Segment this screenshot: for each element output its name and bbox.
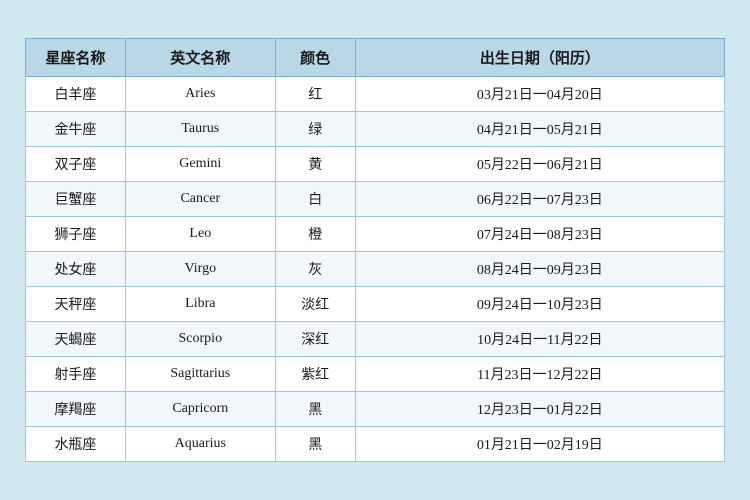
cell-chinese: 天秤座 bbox=[26, 287, 126, 322]
cell-english: Sagittarius bbox=[125, 357, 275, 392]
cell-chinese: 巨蟹座 bbox=[26, 182, 126, 217]
cell-date: 01月21日一02月19日 bbox=[355, 427, 724, 462]
header-color: 颜色 bbox=[275, 39, 355, 77]
table-body: 白羊座Aries红03月21日一04月20日金牛座Taurus绿04月21日一0… bbox=[26, 77, 725, 462]
zodiac-table-container: 星座名称 英文名称 颜色 出生日期（阳历） 白羊座Aries红03月21日一04… bbox=[15, 28, 735, 472]
cell-english: Gemini bbox=[125, 147, 275, 182]
cell-chinese: 天蝎座 bbox=[26, 322, 126, 357]
cell-english: Leo bbox=[125, 217, 275, 252]
cell-date: 09月24日一10月23日 bbox=[355, 287, 724, 322]
table-row: 射手座Sagittarius紫红11月23日一12月22日 bbox=[26, 357, 725, 392]
cell-date: 08月24日一09月23日 bbox=[355, 252, 724, 287]
table-row: 天蝎座Scorpio深红10月24日一11月22日 bbox=[26, 322, 725, 357]
header-chinese: 星座名称 bbox=[26, 39, 126, 77]
table-row: 狮子座Leo橙07月24日一08月23日 bbox=[26, 217, 725, 252]
cell-date: 07月24日一08月23日 bbox=[355, 217, 724, 252]
header-date: 出生日期（阳历） bbox=[355, 39, 724, 77]
cell-english: Virgo bbox=[125, 252, 275, 287]
cell-color: 紫红 bbox=[275, 357, 355, 392]
table-row: 摩羯座Capricorn黑12月23日一01月22日 bbox=[26, 392, 725, 427]
cell-color: 橙 bbox=[275, 217, 355, 252]
cell-english: Taurus bbox=[125, 112, 275, 147]
cell-color: 黑 bbox=[275, 427, 355, 462]
cell-date: 04月21日一05月21日 bbox=[355, 112, 724, 147]
cell-chinese: 处女座 bbox=[26, 252, 126, 287]
header-english: 英文名称 bbox=[125, 39, 275, 77]
cell-english: Scorpio bbox=[125, 322, 275, 357]
cell-chinese: 摩羯座 bbox=[26, 392, 126, 427]
cell-chinese: 白羊座 bbox=[26, 77, 126, 112]
cell-color: 淡红 bbox=[275, 287, 355, 322]
cell-date: 03月21日一04月20日 bbox=[355, 77, 724, 112]
cell-date: 12月23日一01月22日 bbox=[355, 392, 724, 427]
table-row: 双子座Gemini黄05月22日一06月21日 bbox=[26, 147, 725, 182]
cell-color: 白 bbox=[275, 182, 355, 217]
table-row: 天秤座Libra淡红09月24日一10月23日 bbox=[26, 287, 725, 322]
table-row: 处女座Virgo灰08月24日一09月23日 bbox=[26, 252, 725, 287]
table-row: 白羊座Aries红03月21日一04月20日 bbox=[26, 77, 725, 112]
cell-chinese: 水瓶座 bbox=[26, 427, 126, 462]
cell-color: 深红 bbox=[275, 322, 355, 357]
cell-chinese: 金牛座 bbox=[26, 112, 126, 147]
cell-english: Aquarius bbox=[125, 427, 275, 462]
cell-english: Cancer bbox=[125, 182, 275, 217]
cell-date: 11月23日一12月22日 bbox=[355, 357, 724, 392]
cell-english: Aries bbox=[125, 77, 275, 112]
cell-date: 05月22日一06月21日 bbox=[355, 147, 724, 182]
cell-color: 绿 bbox=[275, 112, 355, 147]
cell-english: Capricorn bbox=[125, 392, 275, 427]
cell-color: 灰 bbox=[275, 252, 355, 287]
cell-chinese: 射手座 bbox=[26, 357, 126, 392]
cell-english: Libra bbox=[125, 287, 275, 322]
zodiac-table: 星座名称 英文名称 颜色 出生日期（阳历） 白羊座Aries红03月21日一04… bbox=[25, 38, 725, 462]
table-header-row: 星座名称 英文名称 颜色 出生日期（阳历） bbox=[26, 39, 725, 77]
cell-date: 10月24日一11月22日 bbox=[355, 322, 724, 357]
table-row: 巨蟹座Cancer白06月22日一07月23日 bbox=[26, 182, 725, 217]
cell-color: 黑 bbox=[275, 392, 355, 427]
cell-chinese: 狮子座 bbox=[26, 217, 126, 252]
cell-color: 红 bbox=[275, 77, 355, 112]
cell-chinese: 双子座 bbox=[26, 147, 126, 182]
table-row: 金牛座Taurus绿04月21日一05月21日 bbox=[26, 112, 725, 147]
table-row: 水瓶座Aquarius黑01月21日一02月19日 bbox=[26, 427, 725, 462]
cell-date: 06月22日一07月23日 bbox=[355, 182, 724, 217]
cell-color: 黄 bbox=[275, 147, 355, 182]
